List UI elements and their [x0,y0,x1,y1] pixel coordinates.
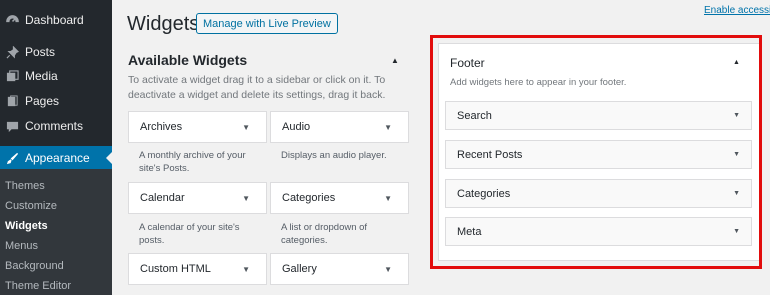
admin-sidebar: Dashboard Posts Media Pages Comments App… [0,0,112,295]
manage-live-preview-button[interactable]: Manage with Live Preview [196,13,338,34]
active-indicator [106,152,112,164]
sidebar-item-media[interactable]: Media [0,64,112,88]
available-widgets-heading: Available Widgets [128,52,248,68]
widget-categories[interactable]: Categories ▼ [270,182,409,214]
sidebar-item-label: Appearance [25,151,90,165]
caret-down-icon[interactable]: ▼ [242,123,250,132]
widget-description: A monthly archive of your site's Posts. [139,150,246,174]
media-icon [5,69,19,83]
sidebar-item-dashboard[interactable]: Dashboard [0,8,112,32]
comment-icon [5,119,19,133]
enable-accessibility-link[interactable]: Enable accessibi [704,5,770,16]
widget-description: A list or dropdown of categories. [281,222,368,246]
widget-gallery[interactable]: Gallery ▼ [270,253,409,285]
widget-title: Archives [140,121,183,133]
pages-icon [5,94,19,108]
submenu-item-widgets[interactable]: Widgets [5,220,48,232]
sidebar-item-label: Dashboard [25,13,84,27]
widget-archives[interactable]: Archives ▼ [128,111,267,143]
sidebar-item-comments[interactable]: Comments [0,114,112,138]
collapse-arrow-icon[interactable]: ▲ [391,56,399,65]
submenu-item-background[interactable]: Background [5,260,64,272]
widget-description: Displays an audio player. [281,150,387,161]
caret-down-icon[interactable]: ▼ [384,123,392,132]
brush-icon [5,151,19,165]
sidebar-item-label: Posts [25,45,56,59]
caret-down-icon[interactable]: ▼ [384,194,392,203]
submenu-item-customize[interactable]: Customize [5,200,57,212]
dashboard-icon [5,13,19,27]
sidebar-item-pages[interactable]: Pages [0,89,112,113]
sidebar-item-label: Comments [25,119,84,133]
widget-description: A calendar of your site's posts. [139,222,240,246]
sidebar-item-posts[interactable]: Posts [0,40,112,64]
caret-down-icon[interactable]: ▼ [384,265,392,274]
submenu-item-menus[interactable]: Menus [5,240,38,252]
caret-down-icon[interactable]: ▼ [242,265,250,274]
widget-title: Calendar [140,192,185,204]
widget-title: Gallery [282,263,317,275]
highlight-box [430,35,762,269]
caret-down-icon[interactable]: ▼ [242,194,250,203]
widget-custom-html[interactable]: Custom HTML ▼ [128,253,267,285]
widget-title: Categories [282,192,336,204]
submenu-item-theme-editor[interactable]: Theme Editor [5,280,71,292]
appearance-submenu: Themes Customize Widgets Menus Backgroun… [0,169,112,295]
submenu-item-themes[interactable]: Themes [5,180,45,192]
sidebar-item-appearance[interactable]: Appearance [0,146,112,170]
widget-calendar[interactable]: Calendar ▼ [128,182,267,214]
available-widgets-description: To activate a widget drag it to a sideba… [128,74,386,101]
sidebar-item-label: Media [25,69,58,83]
widget-audio[interactable]: Audio ▼ [270,111,409,143]
widget-title: Audio [282,121,311,133]
widget-title: Custom HTML [140,263,211,275]
page-title: Widgets [127,13,200,35]
pin-icon [5,45,19,59]
sidebar-item-label: Pages [25,94,60,108]
